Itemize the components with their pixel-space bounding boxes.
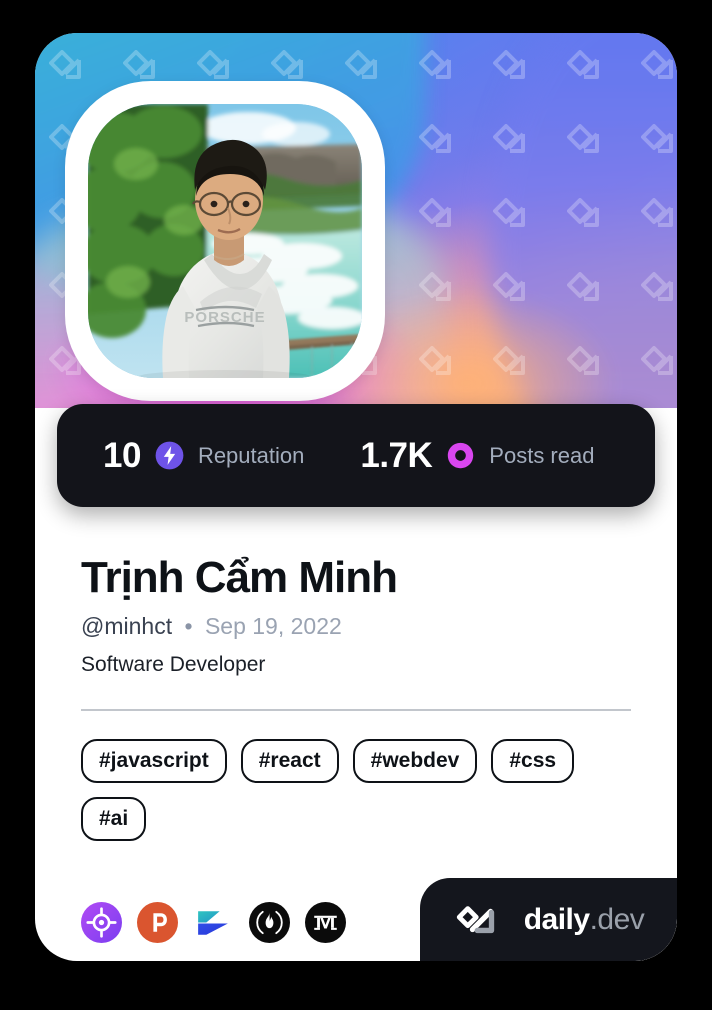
joined-date: Sep 19, 2022 — [204, 613, 342, 640]
avatar: PORSCHE — [65, 81, 385, 401]
cover-banner: PORSCHE — [35, 33, 677, 408]
profile-body: Trịnh Cẩm Minh @minhct • Sep 19, 2022 So… — [35, 507, 677, 842]
stats-bar: 10 Reputation 1.7K Posts read — [57, 404, 655, 507]
stat-reputation: 10 Reputation — [103, 438, 304, 473]
page-title: Trịnh Cẩm Minh — [81, 553, 398, 602]
profile-handle: @minhct — [81, 613, 173, 640]
roadmap-icon[interactable] — [81, 902, 122, 943]
tag-item[interactable]: #webdev — [352, 739, 478, 784]
profile-role: Software Developer — [81, 653, 266, 677]
showwcase-icon[interactable] — [193, 902, 234, 943]
social-links — [81, 902, 346, 943]
eye-ring-icon — [448, 442, 474, 469]
stat-posts-read-value: 1.7K — [360, 436, 433, 475]
stat-reputation-label: Reputation — [197, 442, 305, 468]
stat-posts-read-label: Posts read — [489, 442, 595, 468]
brand-wordmark: daily.dev — [523, 902, 645, 936]
medium-icon[interactable] — [305, 902, 346, 943]
tag-item[interactable]: #ai — [81, 797, 147, 842]
brand-name: daily — [523, 902, 590, 936]
product-hunt-icon[interactable] — [137, 902, 178, 943]
avatar-photo: PORSCHE — [88, 104, 362, 378]
tag-item[interactable]: #javascript — [81, 739, 227, 784]
devcard: PORSCHE 10 Reputation 1.7K Posts read Tr… — [35, 33, 677, 961]
svg-text:PORSCHE: PORSCHE — [184, 309, 265, 326]
stat-reputation-value: 10 — [103, 436, 141, 475]
avatar-photo-illustration: PORSCHE — [88, 104, 362, 378]
lightning-bolt-icon — [155, 441, 184, 470]
brand-suffix: .dev — [589, 902, 645, 936]
page-root: PORSCHE 10 Reputation 1.7K Posts read Tr… — [0, 0, 712, 1010]
stat-posts-read: 1.7K Posts read — [360, 438, 594, 473]
profile-meta: @minhct • Sep 19, 2022 — [81, 615, 631, 638]
meta-separator: • — [184, 613, 193, 640]
daily-dev-logo-icon — [456, 905, 494, 933]
tag-list: #javascript #react #webdev #css #ai — [35, 711, 677, 842]
hashnode-flame-icon[interactable] — [249, 902, 290, 943]
tag-item[interactable]: #css — [491, 739, 575, 784]
daily-dev-badge: daily.dev — [420, 878, 677, 961]
tag-item[interactable]: #react — [240, 739, 339, 784]
